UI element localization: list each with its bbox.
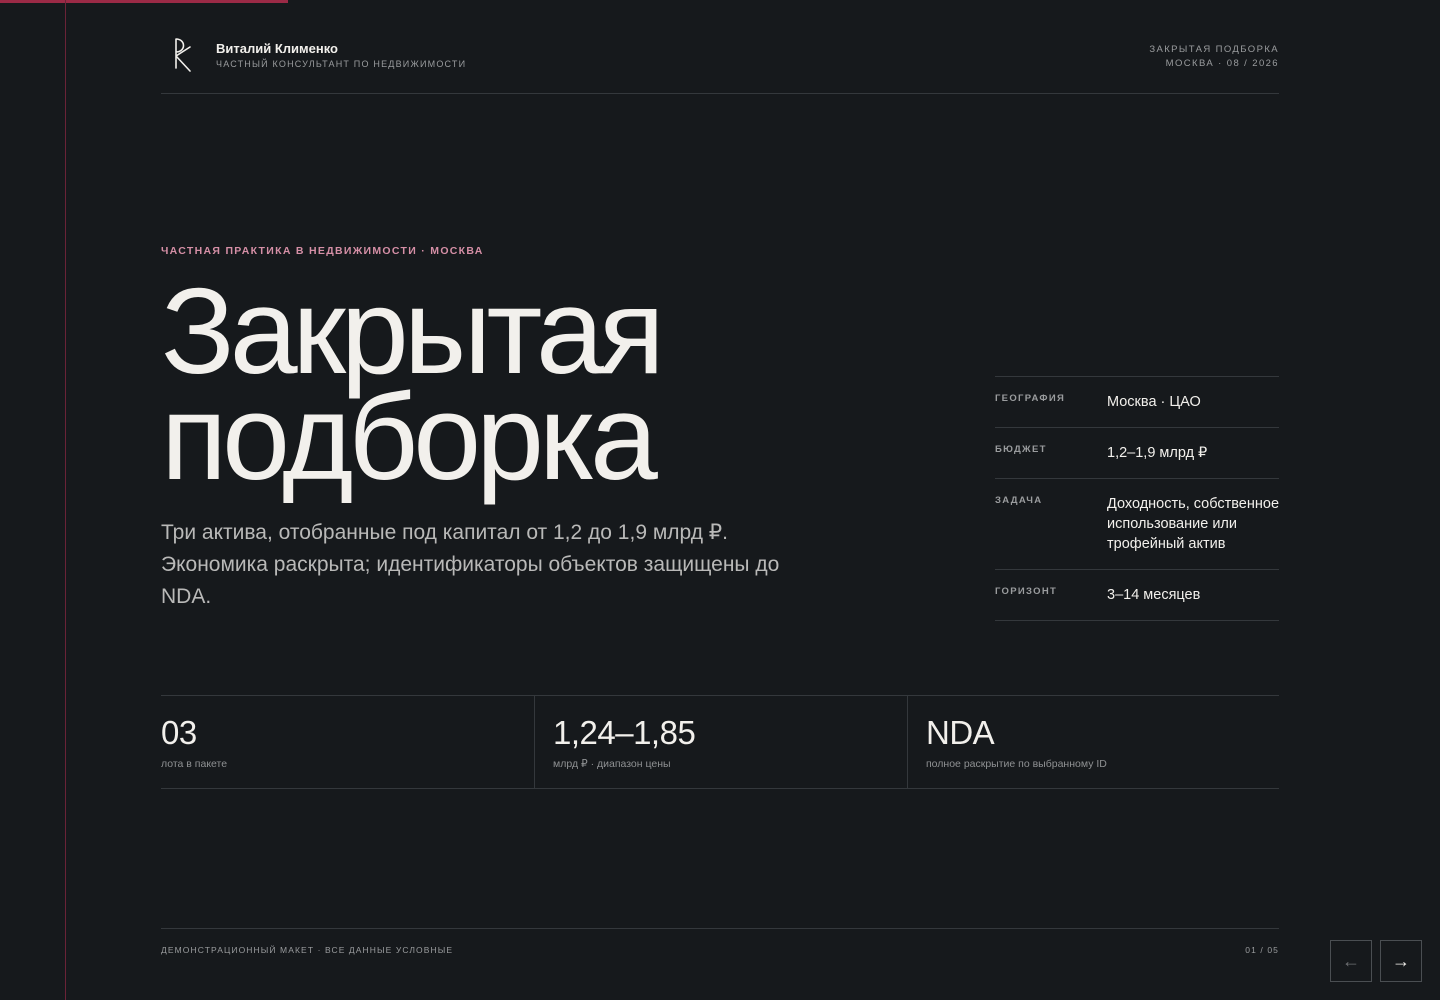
stat-label: полное раскрытие по выбранному ID <box>926 758 1107 770</box>
hero-title: Закрытая подборка <box>161 270 665 505</box>
footer: ДЕМОНСТРАЦИОННЫЙ МАКЕТ · ВСЕ ДАННЫЕ УСЛО… <box>161 928 1279 955</box>
hero-eyebrow: ЧАСТНАЯ ПРАКТИКА В НЕДВИЖИМОСТИ · МОСКВА <box>161 245 484 257</box>
stat-value: NDA <box>926 714 995 751</box>
fact-row-task: ЗАДАЧА Доходность, собственное использов… <box>995 479 1279 570</box>
fact-row-horizon: ГОРИЗОНТ 3–14 месяцев <box>995 570 1279 621</box>
fact-value: 3–14 месяцев <box>1107 587 1201 603</box>
stat-nda: NDA полное раскрытие по выбранному ID <box>907 696 1279 788</box>
stat-label: млрд ₽ · диапазон цены <box>553 758 671 770</box>
fact-value: 1,2–1,9 млрд ₽ <box>1107 445 1208 461</box>
stats-strip: 03 лота в пакете 1,24–1,85 млрд ₽ · диап… <box>161 695 1279 789</box>
fact-row-budget: БЮДЖЕТ 1,2–1,9 млрд ₽ <box>995 428 1279 479</box>
fact-value: Доходность, собственное использование ил… <box>1107 496 1280 552</box>
logo-monogram-icon <box>175 38 191 72</box>
footer-disclaimer: ДЕМОНСТРАЦИОННЫЙ МАКЕТ · ВСЕ ДАННЫЕ УСЛО… <box>161 945 454 955</box>
fact-row-geography: ГЕОГРАФИЯ Москва · ЦАО <box>995 377 1279 428</box>
document-title: ЗАКРЫТАЯ ПОДБОРКА <box>1149 44 1279 55</box>
fact-key: БЮДЖЕТ <box>995 444 1047 455</box>
stat-lots: 03 лота в пакете <box>161 696 534 788</box>
progress-bar <box>0 0 288 3</box>
arrow-left-icon: ← <box>1342 950 1360 971</box>
consultant-subtitle: частный консультант по недвижимости <box>216 59 467 69</box>
stat-label: лота в пакете <box>161 758 228 770</box>
fact-key: ГОРИЗОНТ <box>995 586 1058 597</box>
document-meta: ЗАКРЫТАЯ ПОДБОРКА МОСКВА · 08 / 2026 <box>1149 43 1279 71</box>
hero-lead: Три актива, отобранные под капитал от 1,… <box>161 521 780 608</box>
page-counter: 01 / 05 <box>1245 945 1279 955</box>
facts-table: ГЕОГРАФИЯ Москва · ЦАО БЮДЖЕТ 1,2–1,9 мл… <box>995 376 1279 621</box>
stat-price-range: 1,24–1,85 млрд ₽ · диапазон цены <box>534 696 907 788</box>
prev-slide-button[interactable]: ← <box>1330 940 1372 982</box>
header: Виталий Клименко частный консультант по … <box>161 36 1279 94</box>
left-accent-rule <box>65 0 66 1000</box>
stat-value: 1,24–1,85 <box>553 714 696 751</box>
fact-key: ЗАДАЧА <box>995 495 1043 506</box>
stat-value: 03 <box>161 714 197 751</box>
fact-value: Москва · ЦАО <box>1107 394 1201 410</box>
document-date: МОСКВА · 08 / 2026 <box>1165 58 1279 69</box>
arrow-right-icon: → <box>1392 950 1410 971</box>
hero-title-line-2: подборка <box>161 369 658 505</box>
fact-key: ГЕОГРАФИЯ <box>995 393 1066 404</box>
next-slide-button[interactable]: → <box>1380 940 1422 982</box>
consultant-name: Виталий Клименко <box>216 41 338 56</box>
